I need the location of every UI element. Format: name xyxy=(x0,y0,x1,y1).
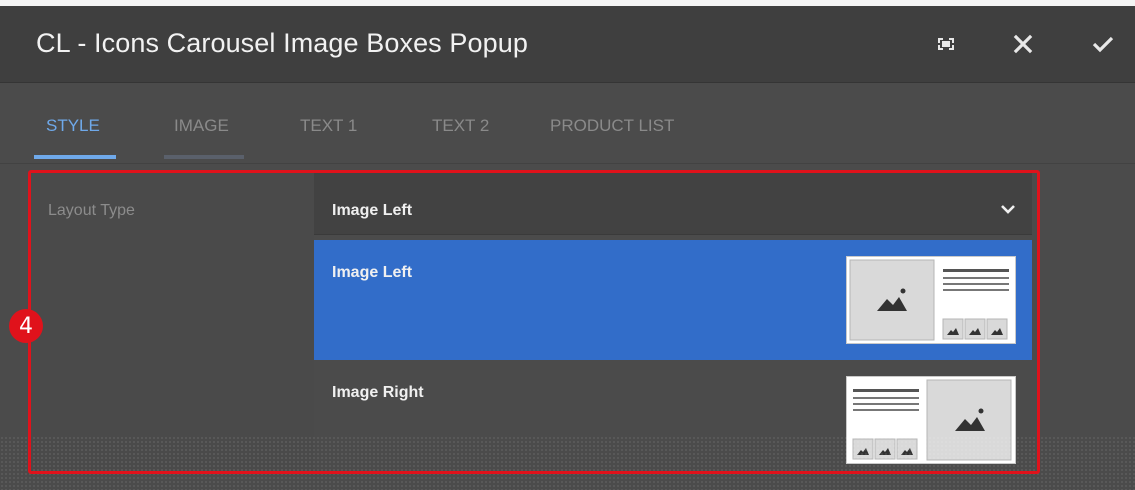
tab-bar: STYLE IMAGE TEXT 1 TEXT 2 PRODUCT LIST xyxy=(0,83,1135,164)
checkmark-icon[interactable] xyxy=(1085,26,1121,62)
image-right-thumbnail xyxy=(846,376,1016,464)
tab-text-2[interactable]: TEXT 2 xyxy=(432,116,489,136)
dialog-titlebar: CL - Icons Carousel Image Boxes Popup xyxy=(0,6,1135,83)
layout-type-label: Layout Type xyxy=(48,202,135,219)
form-content: Layout Type Image Left Image Left Image … xyxy=(0,164,1135,490)
select-value: Image Left xyxy=(332,202,413,219)
dialog-title: CL - Icons Carousel Image Boxes Popup xyxy=(36,28,528,58)
tab-text-1[interactable]: TEXT 1 xyxy=(300,116,357,136)
option-label: Image Left xyxy=(332,264,413,281)
tab-active-indicator xyxy=(34,155,116,159)
tab-image[interactable]: IMAGE xyxy=(174,116,229,136)
tab-product-list[interactable]: PRODUCT LIST xyxy=(550,116,674,136)
tab-hover-indicator xyxy=(164,155,244,159)
option-label: Image Right xyxy=(332,384,424,401)
option-image-left[interactable]: Image Left xyxy=(314,240,1032,360)
chevron-down-icon xyxy=(1000,202,1016,220)
image-left-thumbnail xyxy=(846,256,1016,344)
option-image-right[interactable]: Image Right xyxy=(314,360,1032,474)
layout-type-select[interactable]: Image Left xyxy=(314,172,1032,235)
annotation-badge: 4 xyxy=(9,309,43,343)
fullscreen-icon[interactable] xyxy=(928,26,964,62)
dialog: CL - Icons Carousel Image Boxes Popup ST… xyxy=(0,6,1135,490)
tab-style[interactable]: STYLE xyxy=(46,116,100,136)
close-icon[interactable] xyxy=(1005,26,1041,62)
